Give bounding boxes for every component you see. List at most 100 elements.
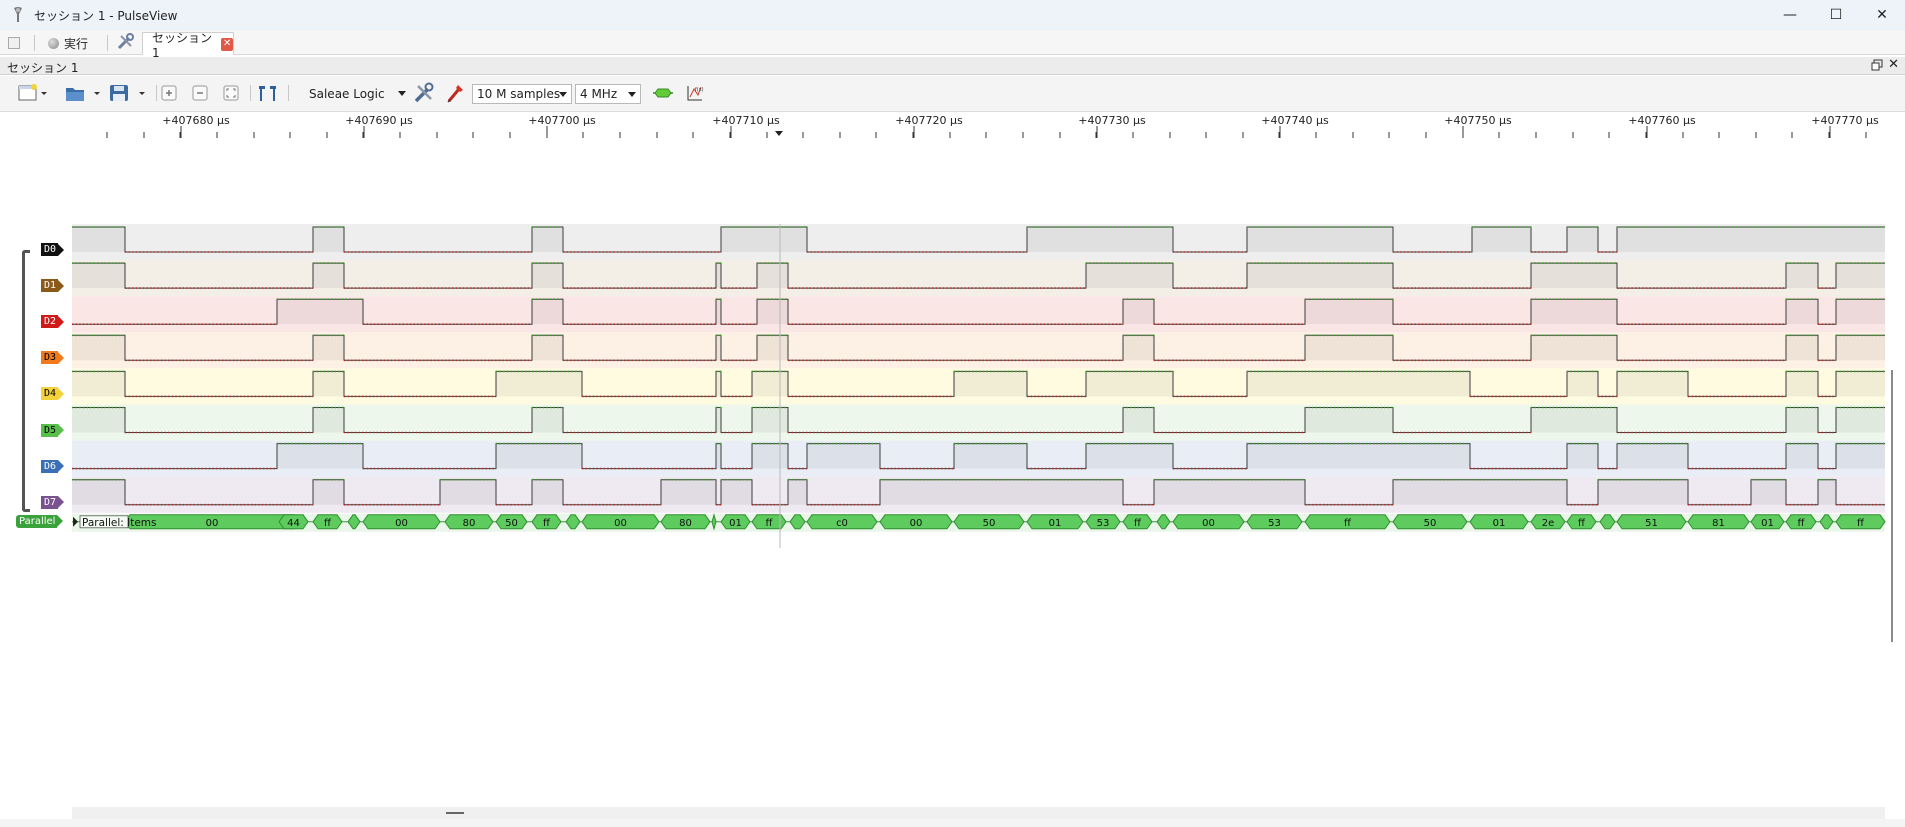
cursor-markers-icon [256,83,280,106]
channel-trace-d1[interactable] [72,260,1885,297]
channel-group-bracket[interactable] [22,250,30,512]
channel-trace-d7[interactable] [72,476,1885,513]
high-fill [1836,299,1885,325]
channel-trace-d3[interactable] [72,332,1885,369]
dock-close-icon[interactable]: ✕ [1888,57,1899,72]
decoder-annotation-value: 81 [1712,518,1725,529]
new-view-button[interactable] [18,83,48,105]
high-fill [757,299,788,325]
zoom-out-icon [191,84,209,105]
channel-label-d5[interactable]: D5 [41,423,70,437]
high-fill [496,371,582,397]
channel-name: D0 [41,243,59,256]
high-fill [1786,299,1818,325]
channel-trace-d4[interactable] [72,368,1885,405]
zoom-in-button[interactable] [160,83,178,105]
vertical-scrollbar[interactable] [1891,370,1893,642]
channel-name: D6 [41,459,59,473]
time-ruler[interactable]: +407680 µs +407690 µs +407700 µs +407710 µs… [0,112,1905,138]
probe-config-button[interactable] [446,83,466,105]
settings-tool-button[interactable] [117,33,134,53]
device-selector-value: Saleae Logic [309,87,385,101]
decoder-annotation-value: ff [324,518,332,529]
device-config-button[interactable] [413,82,435,105]
high-fill [1123,335,1154,361]
channel-name: D1 [41,279,59,293]
high-fill [72,335,125,361]
show-cursors-button[interactable] [256,83,280,105]
zoom-fit-button[interactable] [222,83,240,105]
decoder-row-parallel[interactable]: 00 44 ff 00 80 50 ff 00 80 01 ff c0 00 50 01 53 ff 00 53 ff… [72,512,1886,532]
ruler-label: +407770 µs [1811,114,1879,127]
math-signal-icon: f(x) [686,83,704,106]
sample-count-selector[interactable]: 10 M samples [472,84,572,104]
channel-label-d3[interactable]: D3 [41,351,70,365]
run-button[interactable]: 実行 [48,33,88,53]
tab-session-1[interactable]: セッション 1 ✕ [142,31,234,60]
trigger-marker-icon[interactable] [775,131,783,136]
ruler-label: +407710 µs [712,114,780,127]
high-fill [1247,263,1393,289]
high-fill [1567,443,1598,469]
high-fill [752,443,788,469]
ruler-label: +407720 µs [895,114,963,127]
decoder-annotation-value: 01 [1493,518,1506,529]
samplerate-selector[interactable]: 4 MHz [575,84,641,104]
channel-label-d7[interactable]: D7 [41,495,70,509]
maximize-button[interactable]: ☐ [1813,0,1859,30]
label-arrow-icon [58,424,65,436]
channel-name: D2 [41,315,59,329]
channel-label-d0[interactable]: D0 [41,243,70,256]
save-disk-icon [108,83,148,106]
save-file-button[interactable] [108,83,148,105]
close-button[interactable]: ✕ [1859,0,1905,30]
decoder-label-parallel[interactable]: Parallel [16,514,64,528]
decoder-annotation-value: 01 [1761,518,1774,529]
ruler-label: +407750 µs [1444,114,1512,127]
decoder-annotation-value: ff [543,518,551,529]
channel-label-d1[interactable]: D1 [41,279,70,293]
high-fill [72,227,125,252]
minimize-button[interactable]: — [1767,0,1813,30]
add-decoder-button[interactable] [652,83,674,105]
channel-label-d6[interactable]: D6 [41,459,70,473]
channel-trace-d0[interactable] [72,224,1885,261]
high-fill [716,443,721,469]
high-fill [1531,407,1617,433]
high-fill [532,335,563,361]
ruler-labels: +407680 µs +407690 µs +407700 µs +407710 µs… [162,114,1879,127]
title-bar: セッション 1 - PulseView — ☐ ✕ [0,0,1905,30]
high-fill [1393,479,1567,505]
high-fill [1617,443,1688,469]
new-session-button[interactable] [8,33,20,53]
device-selector[interactable]: Saleae Logic [306,84,410,104]
channel-trace-d5[interactable] [72,404,1885,441]
channel-trace-d2[interactable] [72,296,1885,333]
high-fill [721,479,752,505]
label-arrow-icon [58,243,65,256]
label-arrow-icon [58,387,65,400]
decoder-annotation-value: c0 [836,518,848,529]
channel-trace-d6[interactable] [72,440,1885,477]
dock-float-icon[interactable] [1871,59,1883,71]
high-fill [716,407,721,433]
channel-name: D3 [41,351,59,365]
high-fill [313,479,344,505]
decoder-annotation-value: 00 [395,518,408,529]
add-math-signal-button[interactable]: f(x) [686,83,704,105]
channel-label-d2[interactable]: D2 [41,315,70,329]
trace-canvas[interactable]: 00 44 ff 00 80 50 ff 00 80 01 ff c0 00 50 01 53 ff 00 53 ff… [0,138,1905,818]
channel-label-d4[interactable]: D4 [41,387,70,401]
tab-close-icon[interactable]: ✕ [221,37,233,51]
ruler-label: +407690 µs [345,114,413,127]
decoder-annotation-value: 53 [1268,518,1281,529]
pulseview-logo-icon [8,5,28,25]
horizontal-scrollbar[interactable] [72,807,1885,819]
high-fill [277,299,363,325]
zoom-out-button[interactable] [191,83,209,105]
high-fill [1027,227,1173,252]
open-file-button[interactable] [64,83,104,105]
horizontal-scroll-handle[interactable] [446,812,464,814]
high-fill [72,407,125,433]
decoder-annotation-value: 51 [1645,518,1658,529]
